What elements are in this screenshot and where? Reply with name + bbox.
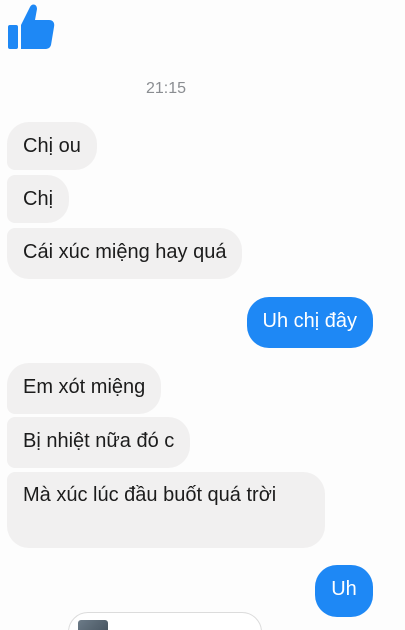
- incoming-message[interactable]: Cái xúc miệng hay quá: [7, 228, 243, 279]
- outgoing-message[interactable]: Uh: [315, 565, 373, 617]
- attachment-thumbnail: [78, 620, 108, 630]
- outgoing-message[interactable]: Uh chị đây: [246, 297, 373, 348]
- incoming-message[interactable]: Em xót miệng: [7, 363, 162, 414]
- incoming-message[interactable]: Mà xúc lúc đầu buốt quá trời: [7, 472, 325, 548]
- incoming-message[interactable]: Chị ou: [7, 122, 97, 170]
- message-timestamp: 21:15: [145, 80, 187, 97]
- incoming-message[interactable]: Bị nhiệt nữa đó c: [7, 417, 191, 468]
- thumbs-up-icon[interactable]: [6, 2, 56, 52]
- incoming-message[interactable]: Chị: [7, 175, 70, 223]
- chat-screen: 21:15 Chị ou Chị Cái xúc miệng hay quá U…: [0, 0, 405, 630]
- attachment-preview[interactable]: [68, 612, 262, 630]
